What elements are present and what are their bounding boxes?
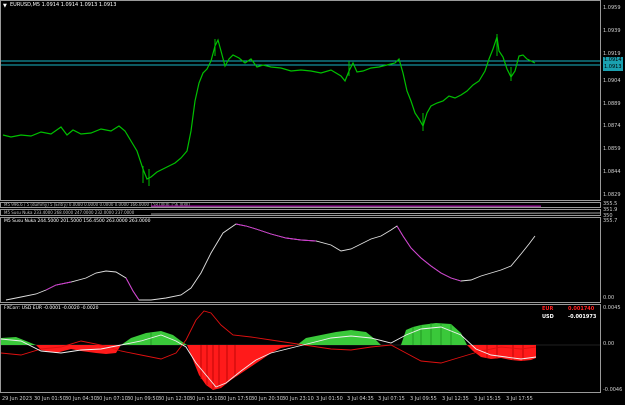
time-label: 3 Jul 04:35 bbox=[347, 396, 374, 402]
time-label: 30 Jun 09:50 bbox=[127, 396, 159, 402]
price-tick: 1.0844 bbox=[603, 169, 621, 175]
price-tick: 1.0829 bbox=[603, 192, 621, 198]
time-label: 30 Jun 01:50 bbox=[34, 396, 66, 402]
candle-wicks bbox=[142, 34, 512, 186]
price-tick: 1.0904 bbox=[603, 78, 621, 84]
time-label: 30 Jun 20:30 bbox=[251, 396, 283, 402]
fxcorr-tick: 0.00 bbox=[603, 341, 615, 347]
fxcorr-histogram bbox=[1, 310, 600, 390]
time-label: 30 Jun 04:30 bbox=[65, 396, 97, 402]
susu-tick: 355.7 bbox=[603, 218, 618, 224]
price-tick: 1.0874 bbox=[603, 123, 621, 129]
time-label: 3 Jul 17:55 bbox=[506, 396, 533, 402]
susu-nuka-pane[interactable]: M5 Susu Nuka 244.5000 201.5000 156.4500 … bbox=[0, 217, 601, 303]
time-label: 30 Jun 12:30 bbox=[158, 396, 190, 402]
previous-price-tag: 1.0913 bbox=[603, 64, 623, 71]
time-label: 3 Jul 12:35 bbox=[442, 396, 469, 402]
price-tick: 1.0859 bbox=[603, 146, 621, 152]
indicator-strip-1[interactable]: M5 996.6 / 5 (dummy) 5 (Entry) 0.0000 0.… bbox=[0, 202, 601, 208]
susu-tick: 0.00 bbox=[603, 295, 615, 301]
susu-line bbox=[5, 223, 536, 301]
time-label: 3 Jul 15:15 bbox=[474, 396, 501, 402]
price-tick: 1.0889 bbox=[603, 101, 621, 107]
time-label: 3 Jul 01:50 bbox=[316, 396, 343, 402]
time-label: 30 Jun 17:50 bbox=[220, 396, 252, 402]
price-tick: 1.0959 bbox=[603, 5, 621, 11]
time-label: 30 Jun 07:10 bbox=[96, 396, 128, 402]
current-price-tag: 1.0914 bbox=[603, 57, 623, 64]
time-label: 30 Jun 15:10 bbox=[189, 396, 221, 402]
time-label: 29 Jun 2023 bbox=[2, 396, 33, 402]
price-chart-pane[interactable]: EURUSD,M5 1.0914 1.0914 1.0913 1.0913 ▼ bbox=[0, 0, 601, 201]
time-label: 3 Jul 07:15 bbox=[378, 396, 405, 402]
time-label: 30 Jun 23:10 bbox=[282, 396, 314, 402]
time-label: 3 Jul 09:55 bbox=[410, 396, 437, 402]
fxcorr-pane[interactable]: FXCorr: USD EUR -0.0001 -0.0020 -0.0020 … bbox=[0, 304, 601, 393]
fxcorr-tick: 0.0045 bbox=[603, 305, 621, 311]
price-tick: 1.0939 bbox=[603, 28, 621, 34]
indicator-strip-2-lines bbox=[150, 212, 600, 215]
indicator-strip-1-lines bbox=[151, 205, 541, 207]
indicator-strip-2[interactable]: M5 Susu Nuka 233.4000 268.0000 247.0000 … bbox=[0, 209, 601, 216]
